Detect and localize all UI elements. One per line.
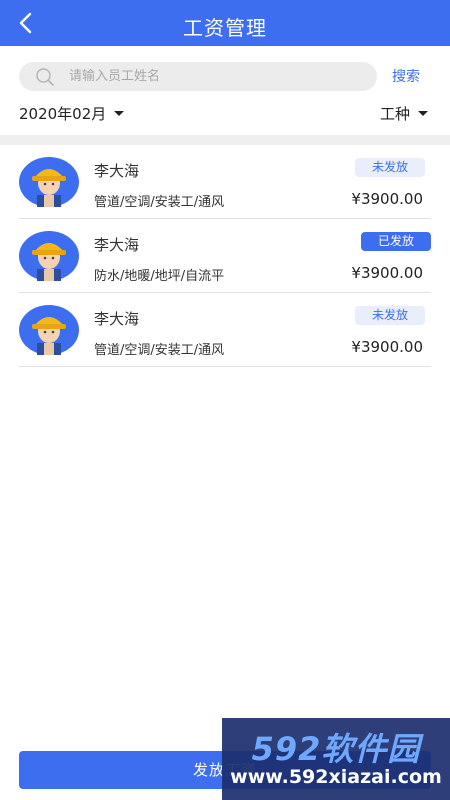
list-item[interactable]: 李大海 未发放 管道/空调/安装工/通风 ¥3900.00 <box>19 293 431 367</box>
app-header: 工资管理 <box>0 0 450 46</box>
worker-list: 李大海 未发放 管道/空调/安装工/通风 ¥3900.00 李大海 已发放 防水… <box>19 145 431 367</box>
salary-amount: ¥3900.00 <box>351 338 423 356</box>
status-badge: 未发放 <box>355 158 425 177</box>
status-badge: 已发放 <box>361 232 431 251</box>
caret-down-icon <box>418 111 428 116</box>
status-badge: 未发放 <box>355 306 425 325</box>
trade-filter-label: 工种 <box>379 105 410 123</box>
salary-amount: ¥3900.00 <box>351 190 423 208</box>
section-divider <box>0 135 450 145</box>
worker-name: 李大海 <box>94 310 140 328</box>
worker-avatar-icon <box>19 157 79 207</box>
watermark-brand: 592软件园 <box>251 730 421 768</box>
search-button[interactable]: 搜索 <box>392 66 420 86</box>
watermark-url: www.592xiazai.com <box>230 766 442 788</box>
worker-name: 李大海 <box>94 162 140 180</box>
worker-trades: 管道/空调/安装工/通风 <box>94 343 225 358</box>
list-item[interactable]: 李大海 未发放 管道/空调/安装工/通风 ¥3900.00 <box>19 145 431 219</box>
worker-avatar-icon <box>19 231 79 281</box>
page-title: 工资管理 <box>183 16 267 40</box>
caret-down-icon <box>114 111 125 116</box>
worker-trades: 管道/空调/安装工/通风 <box>94 195 225 210</box>
search-box[interactable] <box>19 62 377 91</box>
worker-avatar-icon <box>19 305 79 355</box>
salary-amount: ¥3900.00 <box>351 264 423 282</box>
list-item[interactable]: 李大海 已发放 防水/地暖/地坪/自流平 ¥3900.00 <box>19 219 431 293</box>
date-filter-label: 2020年02月 <box>19 105 107 123</box>
watermark: 592软件园 www.592xiazai.com <box>222 718 450 800</box>
worker-trades: 防水/地暖/地坪/自流平 <box>94 269 225 284</box>
worker-name: 李大海 <box>94 236 140 254</box>
trade-filter[interactable]: 工种 <box>380 103 428 124</box>
search-input[interactable] <box>69 62 359 91</box>
date-filter[interactable]: 2020年02月 <box>19 103 125 124</box>
search-icon <box>36 68 54 86</box>
